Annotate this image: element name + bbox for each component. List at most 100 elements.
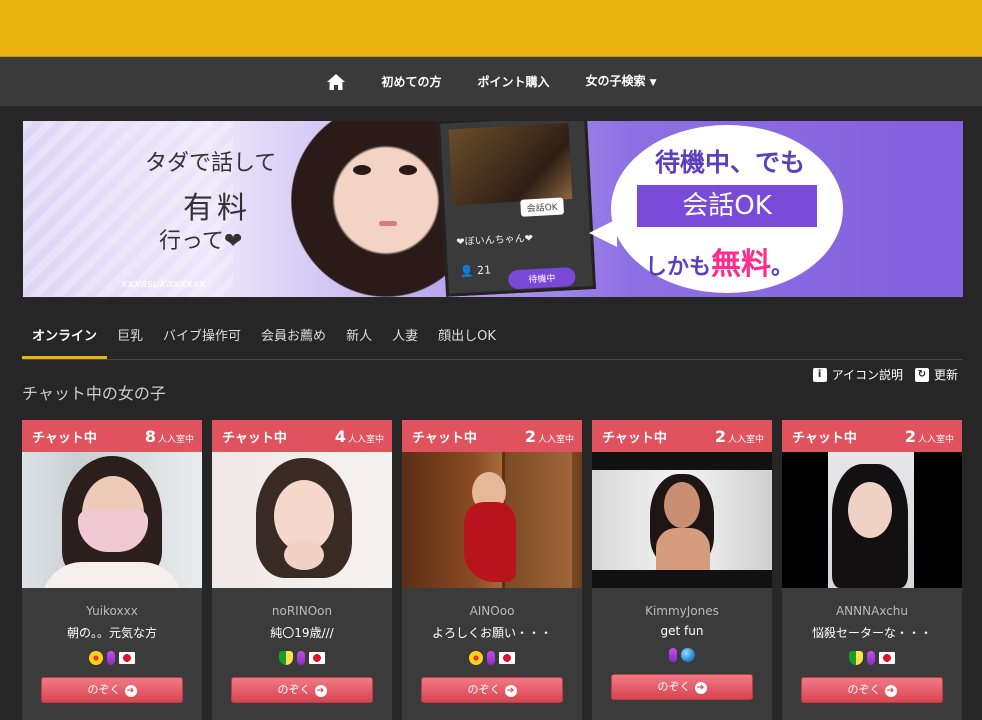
card-name: AINOoo [469,604,515,618]
card-icons [782,651,962,667]
card-message: get fun [660,624,704,638]
card-icons [402,651,582,667]
card-photo[interactable] [212,452,392,588]
card-header: チャット中 2 人入室中 [782,420,962,452]
nav-home-button[interactable] [308,57,364,107]
banner-headline-1: 待機中、でも [655,148,806,177]
refresh-label: 更新 [933,368,958,382]
card-name: KimmyJones [645,604,719,618]
card-photo[interactable] [782,452,962,588]
card-count-suffix: 人入室中 [347,434,384,445]
arrow-right-icon: ➔ [124,685,137,697]
banner-card-status: 待機中 [507,266,576,290]
tab-married[interactable]: 人妻 [382,320,428,359]
nav-buy-points-label: ポイント購入 [477,74,550,89]
card-count-suffix: 人入室中 [157,434,194,445]
card-count-value: 8 [144,426,156,446]
card-photo[interactable] [22,452,202,588]
photo-shape [42,562,182,588]
card-count-value: 2 [714,426,726,446]
card-photo[interactable] [402,452,582,588]
promo-banner[interactable]: タダで話して 有料 行って❤ xxxasukaxxxxx 会話OK ❤ぼいんちゃ… [23,121,963,297]
peek-button[interactable]: のぞく ➔ [801,677,943,703]
tab-busty[interactable]: 巨乳 [107,320,153,359]
card-count-suffix: 人入室中 [917,434,954,445]
icon-help-label: アイコン説明 [831,368,903,382]
vibe-icon [297,651,305,665]
photo-shape [464,502,516,582]
section-tools: i アイコン説明 ↻ 更新 [812,366,958,383]
tab-member-recommend[interactable]: 会員お薦め [251,320,336,359]
banner-card-ok-badge: 会話OK [520,197,565,217]
icon-help-button[interactable]: i アイコン説明 [812,366,903,383]
tab-online[interactable]: オンライン [22,320,108,359]
peek-button[interactable]: のぞく ➔ [611,674,753,700]
flower-icon [89,651,103,665]
caret-down-icon: ▼ [649,77,657,88]
arrow-right-icon: ➔ [314,685,327,697]
flower-icon [469,651,483,665]
vibe-icon [107,651,115,665]
card-status: チャット中 [602,430,667,446]
card-header: チャット中 2 人入室中 [592,420,772,452]
performer-card[interactable]: チャット中 2 人入室中 ANNNAxchu 悩殺セーターな・・・ のぞく ➔ [782,420,962,720]
card-message: よろしくお願い・・・ [431,626,552,640]
jp-flag-icon [119,652,135,664]
card-header: チャット中 2 人入室中 [402,420,582,452]
banner-card-photo [448,123,573,206]
performer-card[interactable]: チャット中 2 人入室中 AINOoo よろしくお願い・・・ のぞく ➔ [402,420,582,720]
banner-headline-2: 会話OK [637,185,817,227]
banner-card-count-value: 21 [476,263,492,278]
banner-text-2: 有料 [183,191,251,226]
card-count-suffix: 人入室中 [727,434,764,445]
refresh-button[interactable]: ↻ 更新 [914,366,958,383]
refresh-icon: ↻ [914,367,929,382]
nav-girl-search-label: 女の子検索 [585,73,646,88]
nav-buy-points[interactable]: ポイント購入 [460,57,568,107]
top-bar [0,0,982,57]
beginner-icon [279,651,293,665]
card-viewer-count: 4 人入室中 [335,427,384,446]
vibe-icon [487,651,495,665]
performer-card[interactable]: チャット中 2 人入室中 KimmyJones get fun のぞく ➔ [592,420,772,720]
eye [353,165,371,175]
card-count-value: 2 [524,426,536,446]
main-content: タダで話して 有料 行って❤ xxxasukaxxxxx 会話OK ❤ぼいんちゃ… [0,108,982,720]
card-message: 朝の。。元気な方 [66,626,157,640]
card-count-suffix: 人入室中 [537,434,574,445]
peek-button[interactable]: のぞく ➔ [41,677,183,703]
card-header: チャット中 8 人入室中 [22,420,202,452]
banner-card-name: ❤ぼいんちゃん❤ [456,233,534,249]
performer-card[interactable]: チャット中 4 人入室中 noRINOon 純〇19歳/// のぞく ➔ [212,420,392,720]
card-viewer-count: 8 人入室中 [145,427,194,446]
vibe-icon [867,651,875,665]
card-photo[interactable] [592,452,772,588]
info-icon: i [812,367,827,382]
performer-card[interactable]: チャット中 8 人入室中 Yuikoxxx 朝の。。元気な方 のぞく ➔ [22,420,202,720]
peek-button[interactable]: のぞく ➔ [231,677,373,703]
banner-text-1: タダで話して [145,151,277,176]
vibe-icon [669,648,677,662]
peek-button[interactable]: のぞく ➔ [421,677,563,703]
card-count-value: 2 [904,426,916,446]
card-icons [212,651,392,667]
banner-headline-3: しかも無料。 [645,239,793,283]
nav-girl-search[interactable]: 女の子検索 ▼ [568,56,675,108]
card-status: チャット中 [792,430,857,446]
home-icon [326,73,345,90]
peek-button-label: のぞく [657,680,691,693]
tab-face-ok[interactable]: 顔出しOK [428,320,506,359]
jp-flag-icon [499,652,515,664]
tab-vibe-control[interactable]: バイブ操作可 [153,320,251,359]
peek-button-label: のぞく [277,683,311,696]
arrow-right-icon: ➔ [694,682,707,694]
card-status: チャット中 [412,430,477,446]
banner-free-text: 無料 [711,247,772,282]
card-status: チャット中 [222,430,287,446]
tab-newcomer[interactable]: 新人 [336,320,382,359]
arrow-right-icon: ➔ [884,685,897,697]
banner-line3-suffix: 。 [771,255,794,280]
banner-text-3: 行って❤ [159,229,243,254]
jp-flag-icon [309,652,325,664]
nav-first-time[interactable]: 初めての方 [364,57,460,107]
